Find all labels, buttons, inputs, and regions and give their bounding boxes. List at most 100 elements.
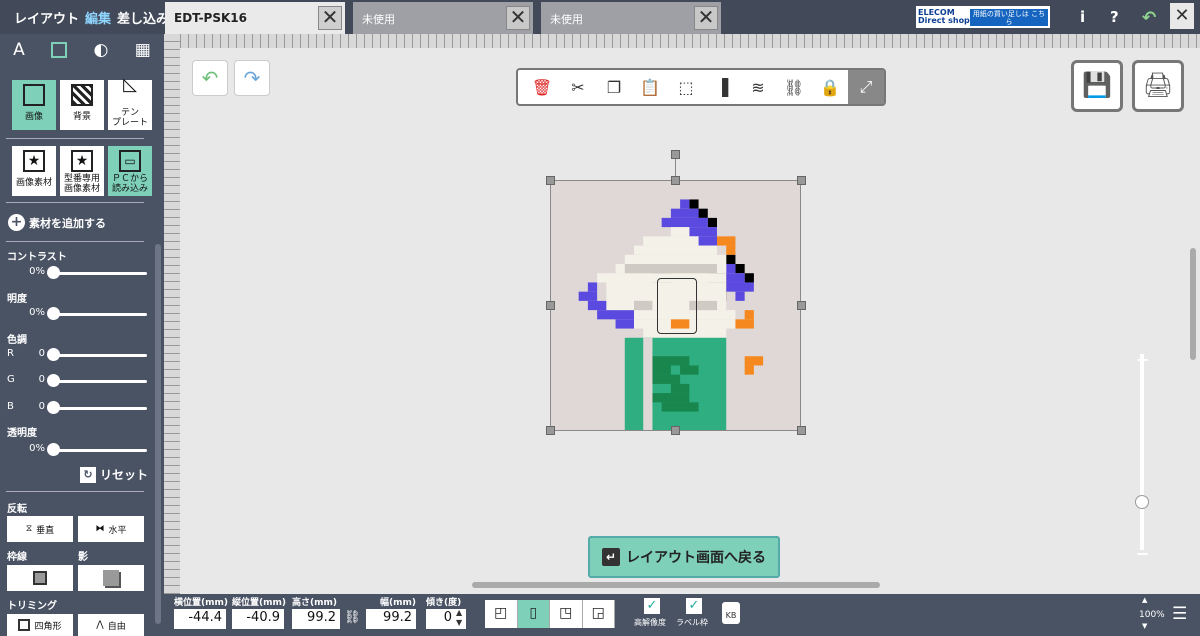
slider-knob[interactable] [47,374,60,387]
zoom-slider-knob[interactable] [1135,495,1149,509]
slider-knob[interactable] [47,443,60,456]
tab-unused-2[interactable]: 未使用 ✕ [541,2,721,34]
height-input[interactable]: 99.2 [292,609,340,629]
selected-image[interactable] [550,180,801,431]
sidebar: A ◐ ▦ 画像 背景 ◺ テン プレート ★ 画像素材 ★ 型番専用 画像素材 ▭ Ｐ… [0,34,164,636]
slider-knob[interactable] [47,401,60,414]
trash-icon[interactable]: 🗑 [524,78,560,97]
hires-checkbox[interactable]: ✓ [644,598,660,614]
model-material-button[interactable]: ★ 型番専用 画像素材 [60,146,104,196]
image-button[interactable]: 画像 [12,80,56,130]
nav-layout[interactable]: レイアウト [14,8,79,27]
slider-knob[interactable] [47,307,60,320]
width-input[interactable]: 99.2 [366,609,416,629]
slider-track [53,449,147,452]
x-position-input[interactable]: -44.4 [174,609,226,629]
menu-icon[interactable]: ☰ [1172,604,1187,624]
canvas-vscrollbar[interactable] [1190,248,1196,360]
image-material-button[interactable]: ★ 画像素材 [12,146,56,196]
select-icon[interactable]: ⬚ [668,78,704,97]
plus-circle-icon: + [8,214,25,231]
zoom-up-icon[interactable]: ▲ [1142,596,1147,604]
orient-3-icon[interactable]: ◳ [550,600,583,628]
sidebar-scrollbar[interactable] [155,244,161,624]
rotate-handle[interactable] [671,150,680,159]
resize-handle[interactable] [546,426,555,435]
print-icon[interactable]: 🖨 [1132,60,1184,112]
orient-1-icon[interactable]: ◰ [485,600,518,628]
elecom-banner[interactable]: ELECOM Direct shop 用紙の買い足しは こちら [916,6,1050,28]
contrast-slider[interactable]: 0% [7,266,147,280]
r-slider[interactable]: R0 [7,348,147,362]
x-label: 横位置(mm) [174,598,228,608]
template-button[interactable]: ◺ テン プレート [108,76,152,130]
tab-unused-1[interactable]: 未使用 ✕ [353,2,533,34]
cut-icon[interactable]: ✂ [560,78,596,97]
undo-icon[interactable]: ↶ [192,60,228,96]
y-position-input[interactable]: -40.9 [232,609,284,629]
copy-icon[interactable]: ❐ [596,78,632,97]
divider [6,491,144,492]
resize-handle[interactable] [797,301,806,310]
paste-icon[interactable]: 📋 [632,78,668,97]
resize-handle[interactable] [797,426,806,435]
app-close-icon[interactable]: ✕ [1170,3,1194,29]
canvas[interactable]: ↶ ↷ 🗑 ✂ ❐ 📋 ⬚ ▐ ≋ ⛓ 🔒 ⤢ 💾 🖨 ↵ レイアウト画面へ戻る… [180,48,1200,594]
border-button[interactable] [7,565,73,591]
background-button[interactable]: 背景 [60,80,104,130]
transparency-slider[interactable]: 0% [7,443,147,457]
redo-icon[interactable]: ↷ [234,60,270,96]
width-label: 幅(mm) [380,598,416,608]
labelframe-checkbox[interactable]: ✓ [686,598,702,614]
nav-insert[interactable]: 差し込み [117,8,169,27]
zoom-slider-track[interactable] [1140,354,1144,550]
save-icon[interactable]: 💾 [1071,60,1123,112]
brightness-slider[interactable]: 0% [7,307,147,321]
slider-knob[interactable] [47,266,60,279]
resize-handle[interactable] [797,176,806,185]
zoom-down-icon[interactable]: ▼ [1142,622,1147,630]
nav-edit[interactable]: 編集 [85,8,111,27]
add-material-button[interactable]: + 素材を追加する [8,214,106,231]
zoom-out-icon[interactable]: − [1136,544,1149,563]
image-tool-icon[interactable] [51,42,68,58]
g-slider[interactable]: G0 [7,374,147,388]
weight-icon[interactable]: KB [722,602,740,624]
text-tool-icon[interactable]: A [13,40,25,60]
flip-horizontal-button[interactable]: ⧓ 水平 [78,516,144,542]
info-icon[interactable]: i [1080,8,1085,26]
b-slider[interactable]: B0 [7,401,147,415]
trim-square-button[interactable]: 四角形 [7,614,73,636]
back-to-layout-button[interactable]: ↵ レイアウト画面へ戻る [588,536,780,578]
divider [6,241,144,242]
align-icon[interactable]: ▐ [704,78,740,97]
layers-icon[interactable]: ≋ [740,78,776,97]
resize-handle[interactable] [546,301,555,310]
slider-knob[interactable] [47,348,60,361]
resize-handle[interactable] [671,426,680,435]
group-icon[interactable]: ⛓ [776,78,812,97]
orient-4-icon[interactable]: ◲ [583,600,615,628]
lock-icon[interactable]: 🔒 [812,78,848,97]
trim-free-button[interactable]: ⋀ 自由 [78,614,144,636]
tab-label: EDT-PSK16 [174,11,247,25]
close-icon[interactable]: ✕ [694,6,718,30]
return-icon[interactable]: ↶ [1142,8,1156,28]
stepper-icon[interactable]: ▲ ▼ [456,608,462,628]
orient-2-icon[interactable]: ▯ [517,600,550,628]
link-icon[interactable]: ⛓ [344,610,361,625]
help-icon[interactable]: ? [1110,8,1119,26]
tab-edt-psk16[interactable]: EDT-PSK16 ✕ [165,2,345,34]
resize-handle[interactable] [671,176,680,185]
resize-handle[interactable] [546,176,555,185]
shadow-button[interactable] [78,565,144,591]
canvas-hscrollbar[interactable] [472,582,880,588]
close-icon[interactable]: ✕ [318,6,342,30]
reset-button[interactable]: ↻ リセット [80,466,148,483]
shape-tool-icon[interactable]: ◐ [94,40,109,60]
close-icon[interactable]: ✕ [506,6,530,30]
fit-icon[interactable]: ⤢ [848,70,884,104]
qr-tool-icon[interactable]: ▦ [135,40,151,60]
load-from-pc-button[interactable]: ▭ ＰＣから 読み込み [108,146,152,196]
flip-vertical-button[interactable]: ⧖ 垂直 [7,516,73,542]
